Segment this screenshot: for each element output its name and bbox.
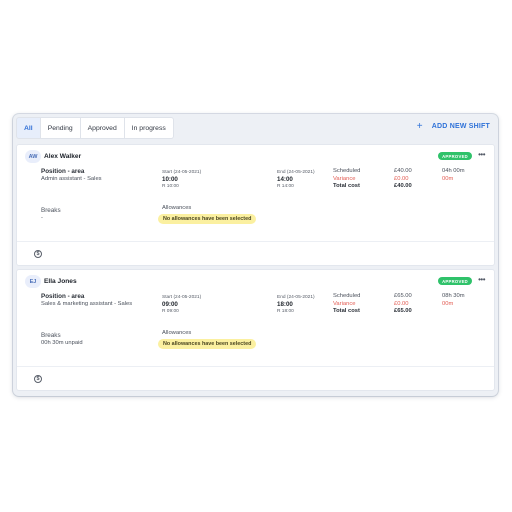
avatar: EJ — [25, 275, 41, 288]
shifts-panel: All Pending Approved In progress + ADD N… — [13, 114, 498, 396]
variance-amount: £0.00 — [394, 301, 409, 307]
total-cost-label: Total cost — [333, 308, 360, 314]
breaks-label: Breaks — [41, 207, 61, 214]
start-date-label: Start (24-05-2021) — [162, 295, 202, 300]
allowance-note: No allowances have been selected — [158, 339, 257, 349]
tab-approved[interactable]: Approved — [80, 117, 125, 139]
scheduled-time: 08h 30m — [442, 293, 465, 299]
status-badge: APPROVED — [438, 277, 472, 285]
variance-label: Variance — [333, 176, 356, 182]
tab-pending[interactable]: Pending — [40, 117, 81, 139]
employee-name: Alex Walker — [44, 153, 82, 160]
end-date-label: End (24-05-2021) — [277, 170, 315, 175]
position-label: Position - area — [41, 293, 85, 300]
start-date-label: Start (24-05-2021) — [162, 170, 202, 175]
end-recorded: R 18:00 — [277, 309, 294, 314]
variance-time: 00m — [442, 301, 454, 307]
shift-card[interactable]: AW Alex Walker APPROVED ••• Position - a… — [16, 144, 495, 266]
breaks-value: 00h 30m unpaid — [41, 340, 83, 346]
position-value: Sales & marketing assistant - Sales — [41, 301, 133, 307]
add-new-shift-button[interactable]: + ADD NEW SHIFT — [416, 121, 490, 132]
scheduled-amount: £65.00 — [394, 293, 412, 299]
scheduled-label: Scheduled — [333, 293, 361, 299]
scheduled-label: Scheduled — [333, 168, 361, 174]
position-value: Admin assistant - Sales — [41, 176, 102, 182]
end-date-label: End (24-05-2021) — [277, 295, 315, 300]
filter-tabs: All Pending Approved In progress — [16, 117, 174, 139]
card-divider — [17, 366, 494, 367]
shift-card[interactable]: EJ Ella Jones APPROVED ••• Position - ar… — [16, 269, 495, 391]
total-amount: £65.00 — [394, 308, 412, 314]
tab-in-progress[interactable]: In progress — [124, 117, 174, 139]
start-time: 09:00 — [162, 301, 178, 308]
dollar-icon[interactable]: $ — [34, 250, 42, 258]
end-recorded: R 14:00 — [277, 184, 294, 189]
allowances-label: Allowances — [162, 330, 192, 336]
ellipsis-icon[interactable]: ••• — [478, 150, 485, 159]
dollar-icon[interactable]: $ — [34, 375, 42, 383]
status-badge: APPROVED — [438, 152, 472, 160]
start-time: 10:00 — [162, 176, 178, 183]
end-time: 14:00 — [277, 176, 293, 183]
total-amount: £40.00 — [394, 183, 412, 189]
total-cost-label: Total cost — [333, 183, 360, 189]
allowances-label: Allowances — [162, 205, 192, 211]
allowance-note: No allowances have been selected — [158, 214, 257, 224]
employee-name: Ella Jones — [44, 278, 77, 285]
breaks-value: - — [41, 215, 43, 221]
variance-time: 00m — [442, 176, 454, 182]
ellipsis-icon[interactable]: ••• — [478, 275, 485, 284]
start-recorded: R 10:00 — [162, 184, 179, 189]
card-divider — [17, 241, 494, 242]
add-new-shift-label: ADD NEW SHIFT — [431, 123, 490, 130]
tab-all[interactable]: All — [16, 117, 41, 139]
avatar: AW — [25, 150, 41, 163]
breaks-label: Breaks — [41, 332, 61, 339]
start-recorded: R 09:00 — [162, 309, 179, 314]
plus-icon: + — [416, 121, 423, 132]
variance-amount: £0.00 — [394, 176, 409, 182]
variance-label: Variance — [333, 301, 356, 307]
position-label: Position - area — [41, 168, 85, 175]
end-time: 18:00 — [277, 301, 293, 308]
scheduled-amount: £40.00 — [394, 168, 412, 174]
scheduled-time: 04h 00m — [442, 168, 465, 174]
